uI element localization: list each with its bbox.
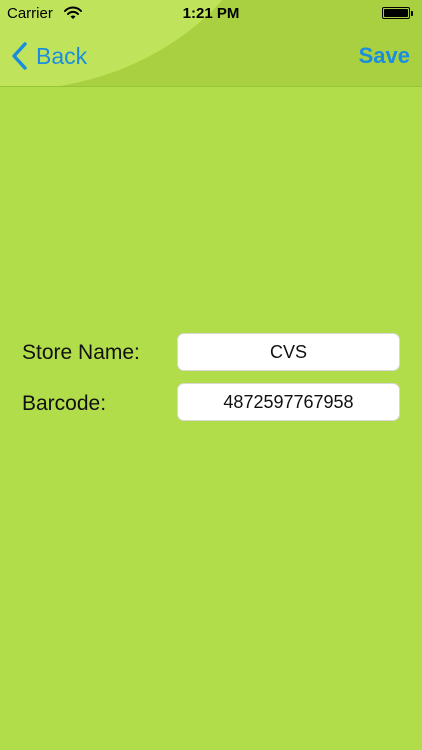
chevron-left-icon [12,42,27,70]
barcode-input[interactable] [177,383,400,421]
barcode-label: Barcode: [22,392,107,415]
save-button[interactable]: Save [359,40,410,72]
navigation-bar: Carrier 1:21 PM Back Save [0,0,422,87]
status-bar: Carrier 1:21 PM [0,0,422,28]
back-button-label: Back [36,42,88,69]
store-name-input[interactable] [177,333,400,371]
back-button[interactable]: Back [10,38,87,74]
store-name-label: Store Name: [22,341,140,364]
battery-icon [382,7,410,19]
status-time: 1:21 PM [182,5,240,22]
battery-tip [411,11,413,16]
